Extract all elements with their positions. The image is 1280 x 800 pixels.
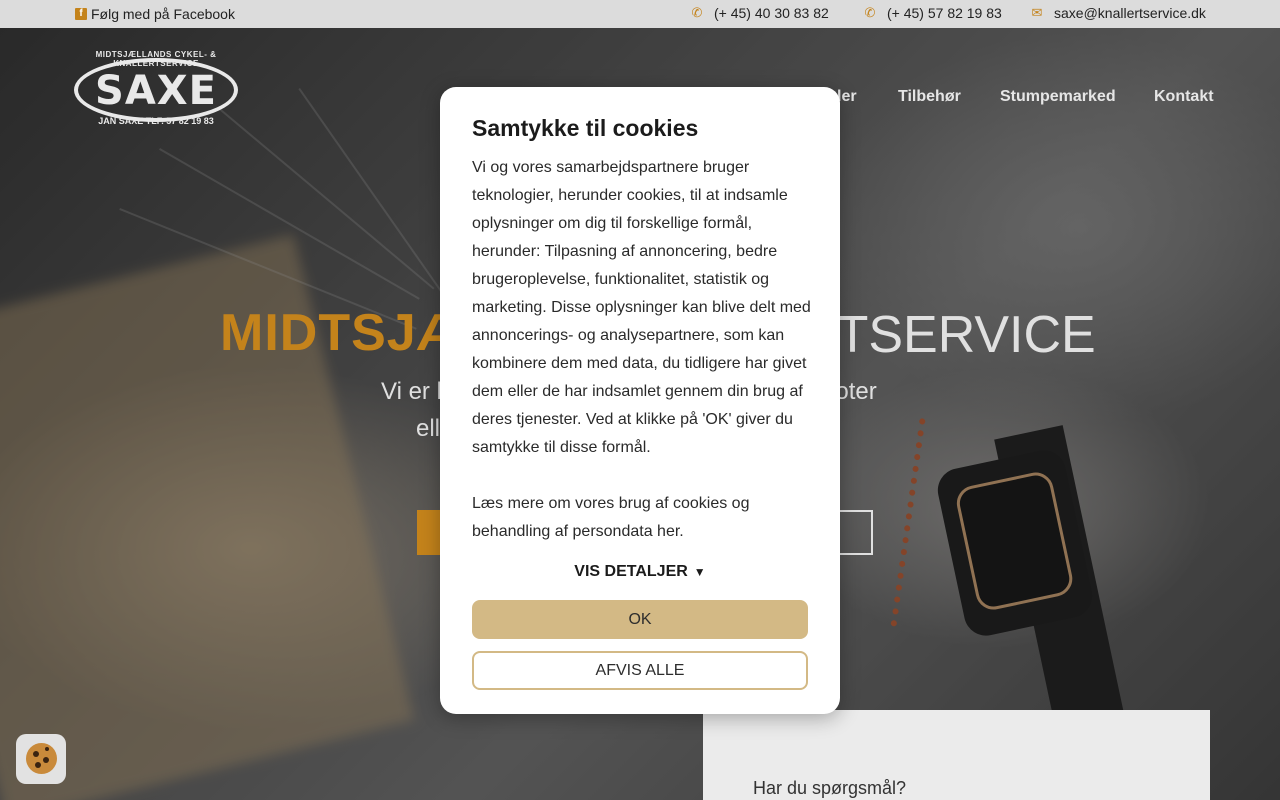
cookie-dialog-title: Samtykke til cookies xyxy=(472,115,699,141)
facebook-label: Følg med på Facebook xyxy=(91,6,235,22)
show-details-label: VIS DETALJER xyxy=(574,563,688,580)
hero-subtext-left-1: Vi er k xyxy=(381,378,449,405)
phone-icon: ✆ xyxy=(864,5,876,20)
show-details-toggle[interactable]: VIS DETALJER ▼ xyxy=(440,563,840,581)
logo-sub-text: JAN SAXE TLF. 57 82 19 83 xyxy=(98,116,214,126)
phone-2-text: (+ 45) 57 82 19 83 xyxy=(887,5,1002,21)
ok-button[interactable]: OK xyxy=(472,600,808,639)
cookie-dialog-body: Vi og vores samarbejdspartnere bruger te… xyxy=(472,159,811,540)
site-logo[interactable]: MIDTSJÆLLANDS CYKEL- & KNALLERTSERVICE S… xyxy=(72,50,240,128)
phone-icon: ✆ xyxy=(691,5,703,20)
phone-1-link[interactable]: ✆ (+ 45) 40 30 83 82 xyxy=(690,5,829,21)
facebook-icon: f xyxy=(75,8,87,20)
hero-subtext-left-2: ell xyxy=(416,415,441,442)
question-card-label: Har du spørgsmål? xyxy=(753,778,907,798)
cookie-consent-dialog: Samtykke til cookies Vi og vores samarbe… xyxy=(440,87,840,714)
nav-item-tilbehor[interactable]: Tilbehør xyxy=(898,88,961,106)
hero-headline-right: RTSERVICE xyxy=(800,306,1096,364)
facebook-link[interactable]: f Følg med på Facebook xyxy=(75,6,235,22)
question-card: Har du spørgsmål? xyxy=(703,710,1210,800)
phone-2-link[interactable]: ✆ (+ 45) 57 82 19 83 xyxy=(863,5,1002,21)
chevron-down-icon: ▼ xyxy=(693,565,706,579)
reject-all-button[interactable]: AFVIS ALLE xyxy=(472,651,808,690)
cookie-settings-button[interactable] xyxy=(16,734,66,784)
email-link[interactable]: ✉ saxe@knallertservice.dk xyxy=(1030,5,1206,21)
logo-main-text: SAXE xyxy=(95,68,217,114)
nav-item-kontakt[interactable]: Kontakt xyxy=(1154,88,1214,106)
cookie-icon xyxy=(26,743,57,774)
email-text: saxe@knallertservice.dk xyxy=(1054,5,1206,21)
nav-item-stumpemarked[interactable]: Stumpemarked xyxy=(1000,88,1116,106)
envelope-icon: ✉ xyxy=(1031,5,1043,20)
phone-1-text: (+ 45) 40 30 83 82 xyxy=(714,5,829,21)
hero-headline-left: MIDTSJÆ xyxy=(220,304,470,362)
top-bar: f Følg med på Facebook ✆ (+ 45) 40 30 83… xyxy=(0,0,1280,28)
